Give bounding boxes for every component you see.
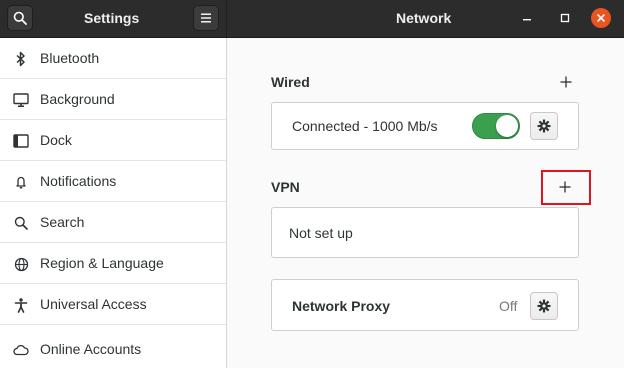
page-title: Network [396, 10, 452, 26]
sidebar-item-label: Online Accounts [40, 341, 142, 357]
sidebar-item-label: Background [40, 91, 115, 107]
network-proxy-settings-button[interactable] [530, 292, 558, 320]
sidebar-item-label: Notifications [40, 173, 117, 189]
close-icon [597, 14, 605, 22]
search-button[interactable] [7, 5, 33, 31]
sidebar-item-dock[interactable]: Dock [0, 120, 226, 161]
wired-toggle[interactable] [472, 113, 520, 139]
maximize-icon [560, 13, 570, 23]
sidebar-item-region-language[interactable]: Region & Language [0, 243, 226, 284]
header-bar: Settings Network [0, 0, 624, 38]
sidebar-item-bluetooth[interactable]: Bluetooth [0, 38, 226, 79]
sidebar-title: Settings [84, 10, 140, 26]
gear-icon [537, 299, 551, 313]
globe-icon [12, 255, 30, 273]
network-proxy-card[interactable]: Network Proxy Off [271, 279, 579, 331]
sidebar-item-online-accounts[interactable]: Online Accounts [0, 329, 226, 368]
sidebar-item-search[interactable]: Search [0, 202, 226, 243]
sidebar-item-label: Universal Access [40, 296, 147, 312]
sidebar-item-label: Region & Language [40, 255, 164, 271]
toggle-knob [496, 115, 518, 137]
dock-icon [12, 132, 30, 150]
sidebar-item-label: Bluetooth [40, 50, 100, 66]
sidebar-item-notifications[interactable]: Notifications [0, 161, 226, 202]
wired-status: Connected - 1000 Mb/s [292, 118, 438, 134]
bluetooth-icon [12, 50, 30, 68]
settings-window: Settings Network Bluetooth Background Do… [0, 0, 624, 368]
sidebar: Bluetooth Background Dock Notifications … [0, 38, 227, 368]
vpn-card: Not set up [271, 207, 579, 258]
network-proxy-state: Off [499, 298, 518, 314]
sidebar-item-background[interactable]: Background [0, 79, 226, 120]
network-proxy-label: Network Proxy [292, 298, 391, 314]
maximize-button[interactable] [555, 8, 575, 28]
sidebar-header: Settings [0, 0, 227, 37]
sidebar-item-label: Search [40, 214, 85, 230]
cloud-icon [12, 341, 30, 359]
vpn-status: Not set up [289, 225, 353, 241]
minimize-button[interactable] [517, 8, 537, 28]
hamburger-menu-icon [201, 13, 211, 23]
sidebar-item-label: Dock [40, 132, 72, 148]
add-wired-button[interactable] [555, 71, 577, 93]
wired-section-title: Wired [271, 74, 310, 90]
wired-settings-button[interactable] [530, 112, 558, 140]
vpn-section-title: VPN [271, 179, 300, 195]
close-button[interactable] [591, 8, 611, 28]
search-icon [13, 11, 27, 25]
plus-icon [560, 76, 572, 88]
wired-connection-card: Connected - 1000 Mb/s [271, 102, 579, 150]
minimize-icon [523, 19, 531, 21]
gear-icon [537, 119, 551, 133]
highlight-annotation [541, 170, 591, 205]
sidebar-item-universal-access[interactable]: Universal Access [0, 284, 226, 325]
search-icon [12, 214, 30, 232]
bell-icon [12, 173, 30, 191]
monitor-icon [12, 91, 30, 109]
menu-button[interactable] [193, 5, 219, 31]
accessibility-icon [12, 296, 30, 314]
